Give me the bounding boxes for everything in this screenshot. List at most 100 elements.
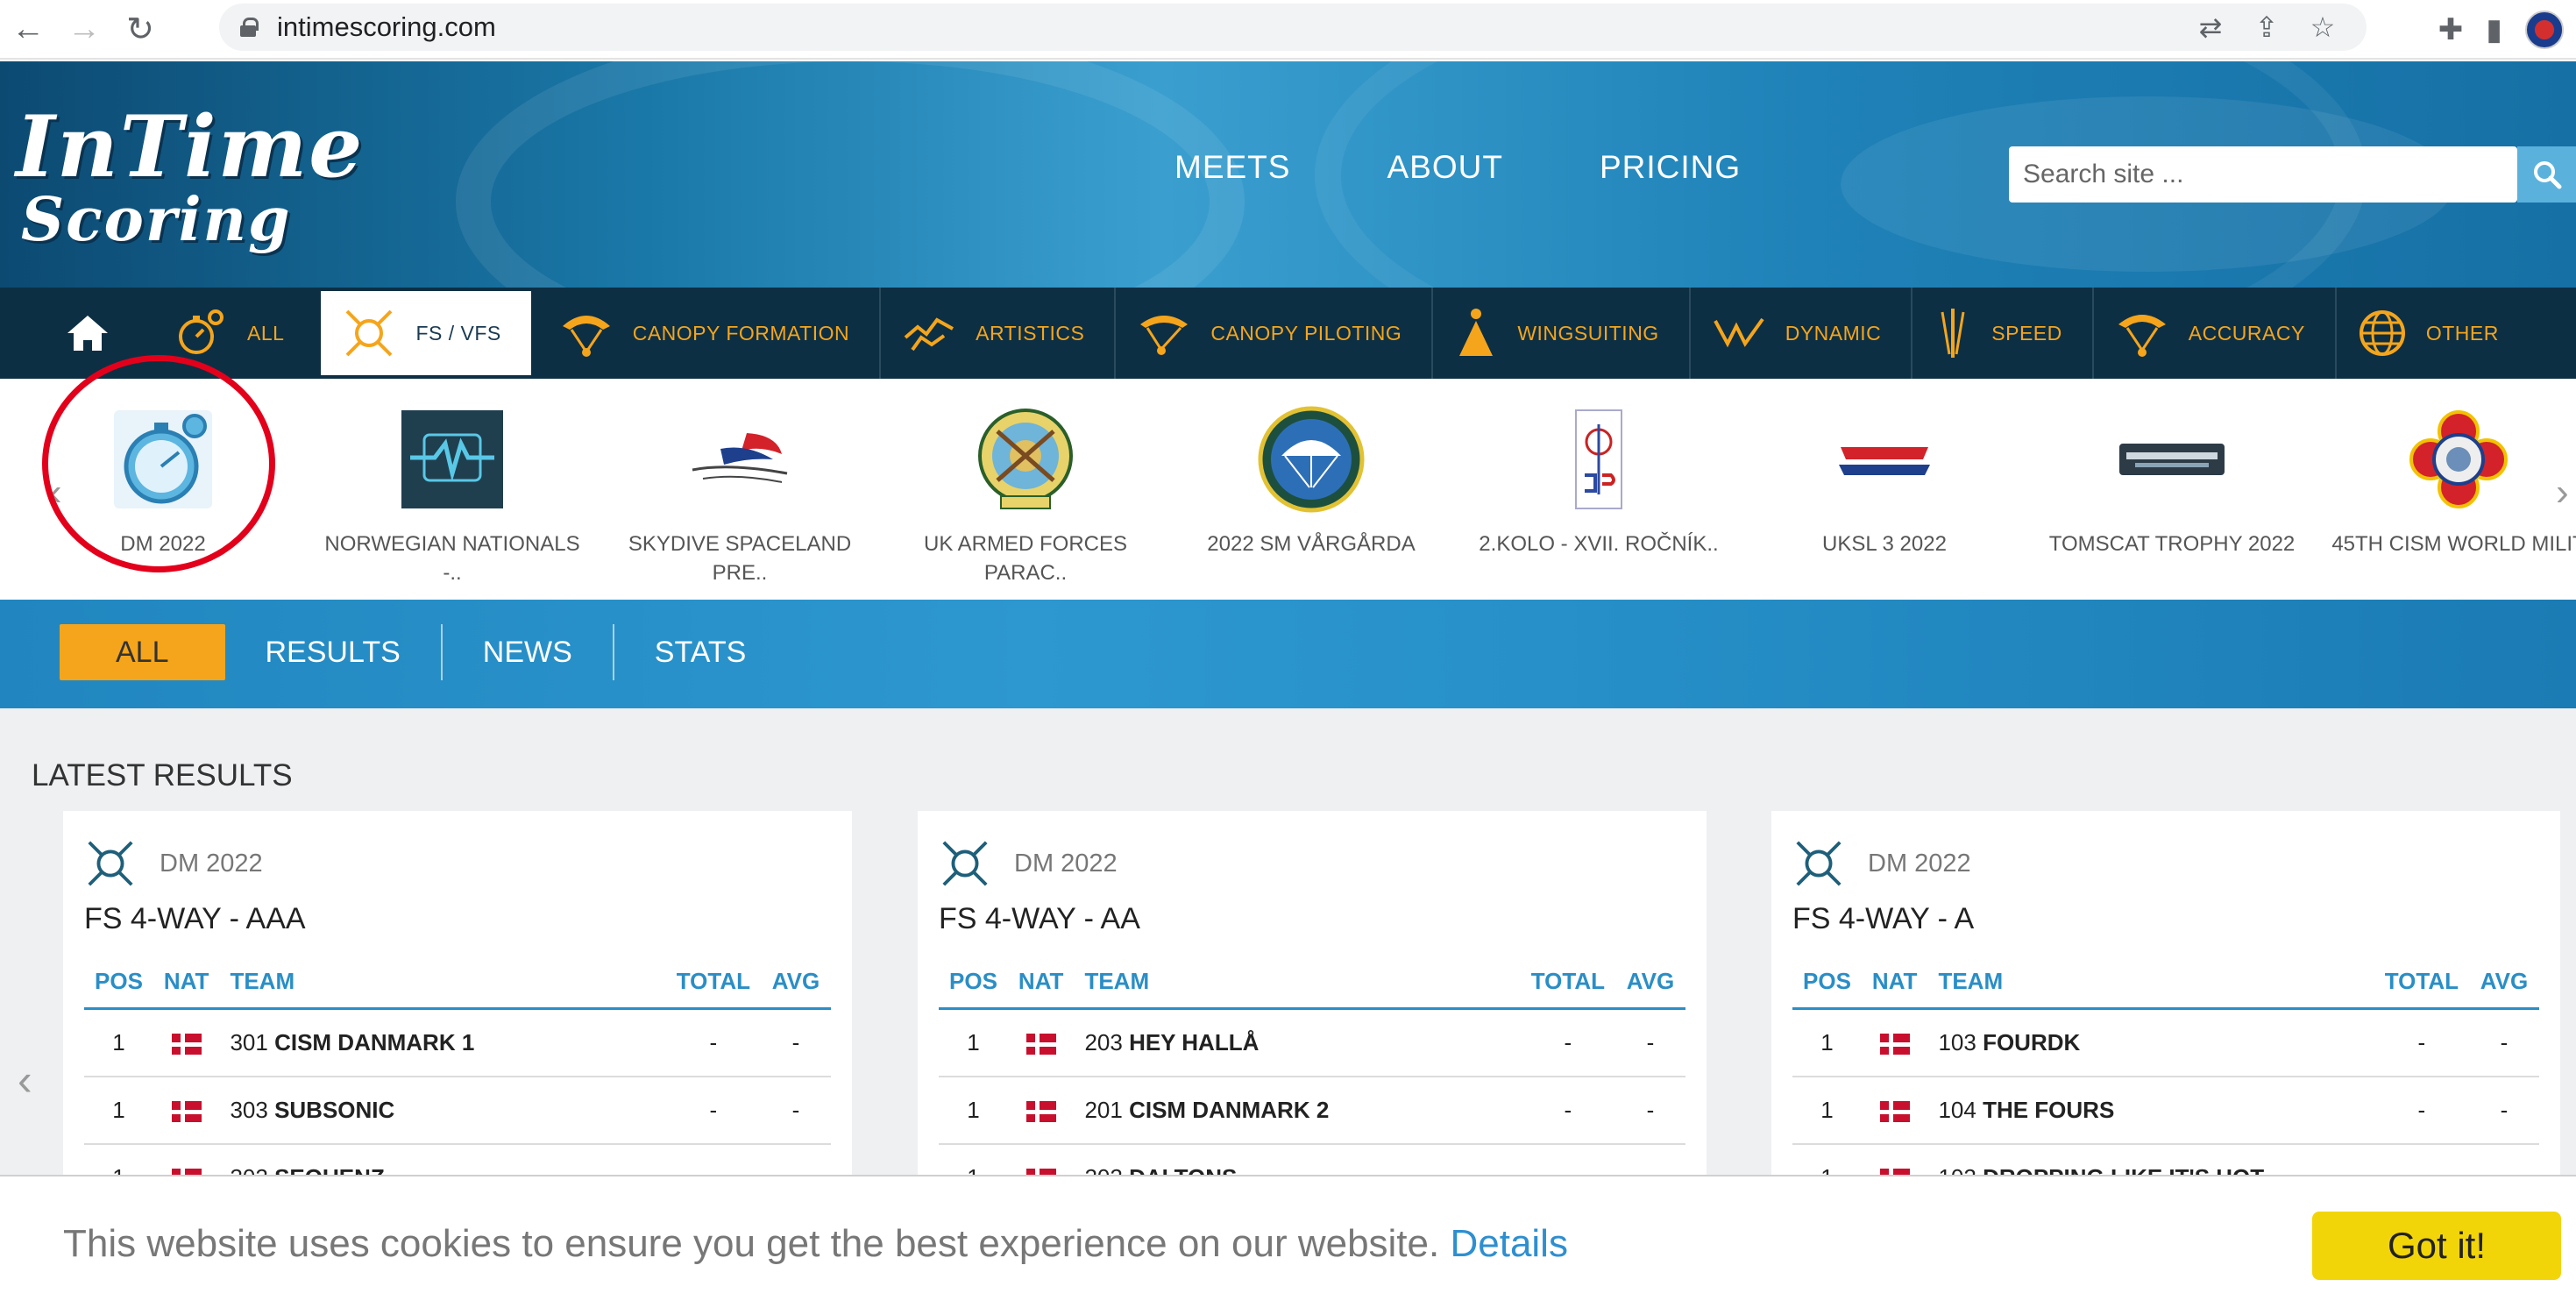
canopy-formation-icon xyxy=(562,316,610,357)
globe-icon xyxy=(2359,310,2405,356)
translate-icon[interactable]: ⇄ xyxy=(2193,11,2228,44)
reload-icon[interactable]: ↻ xyxy=(112,0,168,59)
category-wingsuiting[interactable]: WINGSUITING xyxy=(1433,288,1691,379)
nav-about[interactable]: ABOUT xyxy=(1387,149,1502,186)
meet-card[interactable]: 2022 SM VÅRGÅRDA xyxy=(1180,405,1443,558)
dynamic-icon xyxy=(1713,317,1764,348)
table-row[interactable]: 1 104 THE FOURS - - xyxy=(1792,1077,2539,1145)
avg-cell: - xyxy=(1615,1077,1685,1145)
col-pos: POS xyxy=(84,959,153,1010)
category-fs-vfs[interactable]: FS / VFS xyxy=(321,291,531,375)
team-number: 104 xyxy=(1938,1097,1976,1123)
table-row[interactable]: 1 303 SUBSONIC - - xyxy=(84,1077,831,1145)
meet-name: TOMSCAT TROPHY 2022 xyxy=(2048,532,2296,556)
cookie-banner: This website uses cookies to ensure you … xyxy=(0,1175,2576,1315)
results-prev-arrow[interactable]: ‹ xyxy=(18,1055,32,1105)
team-name: FOURDK xyxy=(1983,1029,2081,1056)
team-number: 103 xyxy=(1938,1029,1976,1056)
category-label: WINGSUITING xyxy=(1517,321,1659,345)
back-icon[interactable]: ← xyxy=(0,0,56,59)
team-cell: 104 THE FOURS xyxy=(1927,1077,2374,1145)
meet-card[interactable]: UKSL 3 2022 xyxy=(1753,405,2016,558)
meet-card[interactable]: 2.KOLO - XVII. ROČNÍK.. xyxy=(1467,405,1730,558)
category-dynamic[interactable]: DYNAMIC xyxy=(1691,288,1913,379)
site-logo[interactable]: InTime Scoring xyxy=(16,105,428,252)
meet-card[interactable]: NORWEGIAN NATIONALS -.. xyxy=(321,405,584,587)
forward-icon[interactable]: → xyxy=(56,0,112,59)
search-input[interactable] xyxy=(2023,160,2444,189)
category-label: FS / VFS xyxy=(415,321,501,345)
share-icon[interactable]: ⇪ xyxy=(2249,11,2284,44)
table-row[interactable]: 1 301 CISM DANMARK 1 - - xyxy=(84,1008,831,1077)
team-number: 303 xyxy=(230,1097,268,1123)
extensions-puzzle-icon[interactable]: ✚ xyxy=(2438,12,2464,47)
avg-cell: - xyxy=(2469,1008,2539,1077)
team-number: 203 xyxy=(1084,1029,1123,1056)
address-bar[interactable]: intimescoring.com ⇄ ⇪ ☆ xyxy=(219,4,2367,51)
category-speed[interactable]: SPEED xyxy=(1912,288,2094,379)
site-header: InTime Scoring MEETS ABOUT PRICING xyxy=(0,61,2576,288)
category-canopy-piloting[interactable]: CANOPY PILOTING xyxy=(1116,288,1434,379)
meet-card[interactable]: TOMSCAT TROPHY 2022 xyxy=(2040,405,2303,558)
cookie-accept-button[interactable]: Got it! xyxy=(2312,1212,2561,1280)
card-meet-name: DM 2022 xyxy=(1868,849,1971,878)
card-event-title[interactable]: FS 4-WAY - AAA xyxy=(84,902,831,936)
team-name: CISM DANMARK 2 xyxy=(1129,1097,1330,1123)
tab-all[interactable]: ALL xyxy=(60,624,225,680)
profile-avatar[interactable] xyxy=(2525,11,2564,49)
cp-logo-icon xyxy=(1575,409,1622,509)
category-other[interactable]: OTHER xyxy=(2337,288,2529,379)
category-canopy-formation[interactable]: CANOPY FORMATION xyxy=(538,288,882,379)
british-skydiving-logo-icon xyxy=(1839,447,1930,475)
cism-logo-icon xyxy=(2409,410,2508,508)
meet-card[interactable]: SKYDIVE SPACELAND PRE.. xyxy=(608,405,871,587)
pos-cell: 1 xyxy=(939,1077,1008,1145)
card-event-title[interactable]: FS 4-WAY - AA xyxy=(939,902,1685,936)
tab-results[interactable]: RESULTS xyxy=(225,624,443,680)
browser-toolbar: ← → ↻ intimescoring.com ⇄ ⇪ ☆ ✚ ▮ xyxy=(0,0,2576,60)
nav-meets[interactable]: MEETS xyxy=(1174,149,1290,186)
formation-icon xyxy=(1796,841,1842,886)
category-accuracy[interactable]: ACCURACY xyxy=(2094,288,2337,379)
card-meet-row: DM 2022 xyxy=(84,837,831,890)
table-row[interactable]: 1 103 FOURDK - - xyxy=(1792,1008,2539,1077)
meet-card[interactable]: UK ARMED FORCES PARAC.. xyxy=(894,405,1157,587)
category-artistics[interactable]: ARTISTICS xyxy=(881,288,1117,379)
formation-icon xyxy=(346,309,393,357)
category-label: DYNAMIC xyxy=(1785,321,1882,345)
col-pos: POS xyxy=(939,959,1008,1010)
meet-logo xyxy=(971,405,1080,514)
side-panel-icon[interactable]: ▮ xyxy=(2486,12,2502,47)
meets-carousel: ‹ DM 2022 NORWEGIAN NATIONALS -.. SKYDIV… xyxy=(0,379,2576,600)
table-row[interactable]: 1 203 HEY HALLÅ - - xyxy=(939,1008,1685,1077)
pos-cell: 1 xyxy=(84,1077,153,1145)
table-row[interactable]: 1 201 CISM DANMARK 2 - - xyxy=(939,1077,1685,1145)
meet-logo xyxy=(398,405,507,514)
card-event-title[interactable]: FS 4-WAY - A xyxy=(1792,902,2539,936)
pos-cell: 1 xyxy=(939,1008,1008,1077)
denmark-flag-icon xyxy=(171,1034,202,1056)
url-text[interactable]: intimescoring.com xyxy=(277,11,496,43)
tab-news[interactable]: NEWS xyxy=(443,624,614,680)
bookmark-star-icon[interactable]: ☆ xyxy=(2305,11,2340,44)
nav-pricing[interactable]: PRICING xyxy=(1600,149,1741,186)
result-card[interactable]: DM 2022 FS 4-WAY - AA POS NAT TEAM TOTAL… xyxy=(918,811,1707,1212)
spaceland-logo-icon xyxy=(692,433,788,483)
result-card[interactable]: DM 2022 FS 4-WAY - AAA POS NAT TEAM TOTA… xyxy=(63,811,852,1212)
accuracy-icon xyxy=(2118,315,2166,357)
table-header-row: POS NAT TEAM TOTAL AVG xyxy=(1792,959,2539,1010)
table-header-row: POS NAT TEAM TOTAL AVG xyxy=(939,959,1685,1010)
meet-logo xyxy=(1544,405,1653,514)
result-card[interactable]: DM 2022 FS 4-WAY - A POS NAT TEAM TOTAL … xyxy=(1771,811,2560,1212)
team-cell: 303 SUBSONIC xyxy=(219,1077,666,1145)
col-avg: AVG xyxy=(761,959,831,1010)
cookie-details-link[interactable]: Details xyxy=(1450,1222,1568,1265)
carousel-next-arrow[interactable]: › xyxy=(2556,471,2569,515)
logo-line2: Scoring xyxy=(21,185,292,255)
category-label: ALL xyxy=(247,321,285,345)
category-bar: ALL FS / VFS CANOPY FORMATION ARTISTICS … xyxy=(0,288,2576,379)
meet-name: UKSL 3 2022 xyxy=(1822,532,1947,556)
tab-stats[interactable]: STATS xyxy=(614,624,787,680)
search-button[interactable] xyxy=(2517,146,2576,203)
meet-card[interactable]: 45TH CISM WORLD MILIT xyxy=(2327,405,2576,558)
